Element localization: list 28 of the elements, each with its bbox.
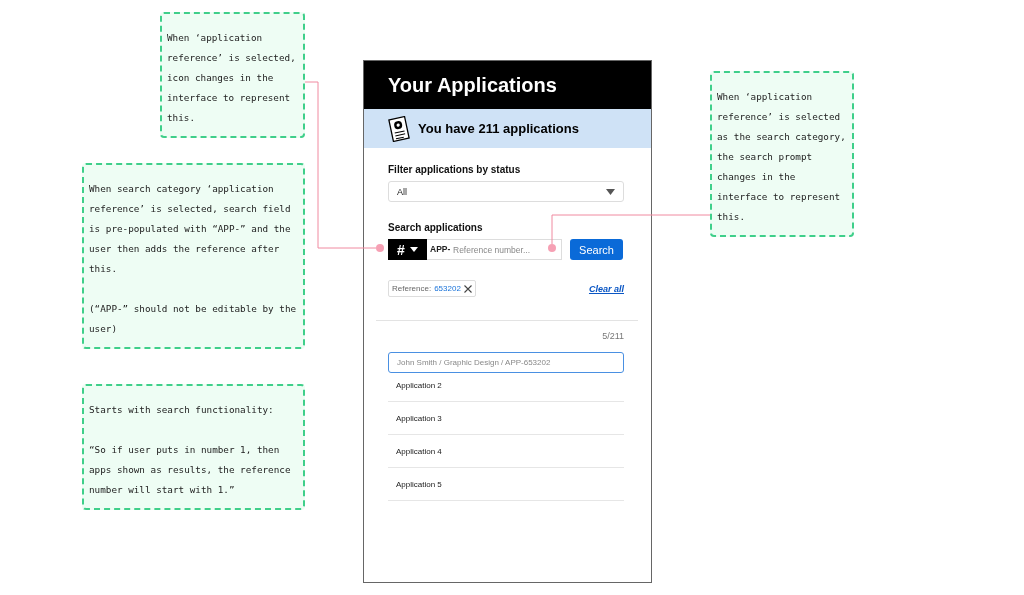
result-count: 5/211 — [602, 331, 624, 341]
note-text: “So if user puts in number 1, then apps shown as results, the reference number will start with 1.” — [89, 443, 292, 497]
note-text: When ‘application reference’ is selected, icon changes in the interface to represent this. — [167, 31, 297, 125]
status-dropdown[interactable]: All — [388, 181, 624, 202]
caret-icon — [409, 247, 418, 252]
result-item[interactable]: John Smith / Graphic Design / APP-653202 — [388, 352, 624, 373]
category-dropdown[interactable]: # — [388, 239, 427, 260]
clear-all-link[interactable]: Clear all — [588, 283, 624, 294]
result-item[interactable]: Application 2 — [388, 369, 624, 402]
connector-dot — [548, 244, 556, 252]
result-item[interactable]: Application 4 — [388, 435, 624, 468]
prefix-text: APP- — [430, 244, 451, 255]
document-icon — [388, 115, 410, 142]
close-icon[interactable] — [463, 284, 472, 293]
connector-dot — [376, 244, 384, 252]
filter-chip[interactable]: Reference: 653202 — [388, 280, 476, 297]
search-label: Search applications — [388, 222, 484, 233]
result-item[interactable]: Application 3 — [388, 402, 624, 435]
search-button[interactable]: Search — [570, 239, 623, 260]
note-text: (“APP-” should not be editable by the user) — [89, 302, 298, 336]
page-title: Your Applications — [388, 73, 557, 97]
applications-count: You have 211 applications — [418, 121, 579, 136]
note-text: When ‘application reference’ is selected as the search category, the search prompt changes in the interface to represent this. — [717, 90, 847, 224]
result-item[interactable]: Application 5 — [388, 468, 624, 501]
filter-label: Filter applications by status — [388, 164, 522, 175]
note-text: Starts with search functionality: — [89, 403, 275, 417]
dropdown-arrow-icon — [606, 188, 615, 195]
note-text: When search category ‘application reference’ is selected, search field is pre-populated with “APP-” and the user then adds the reference after this. — [89, 182, 292, 276]
